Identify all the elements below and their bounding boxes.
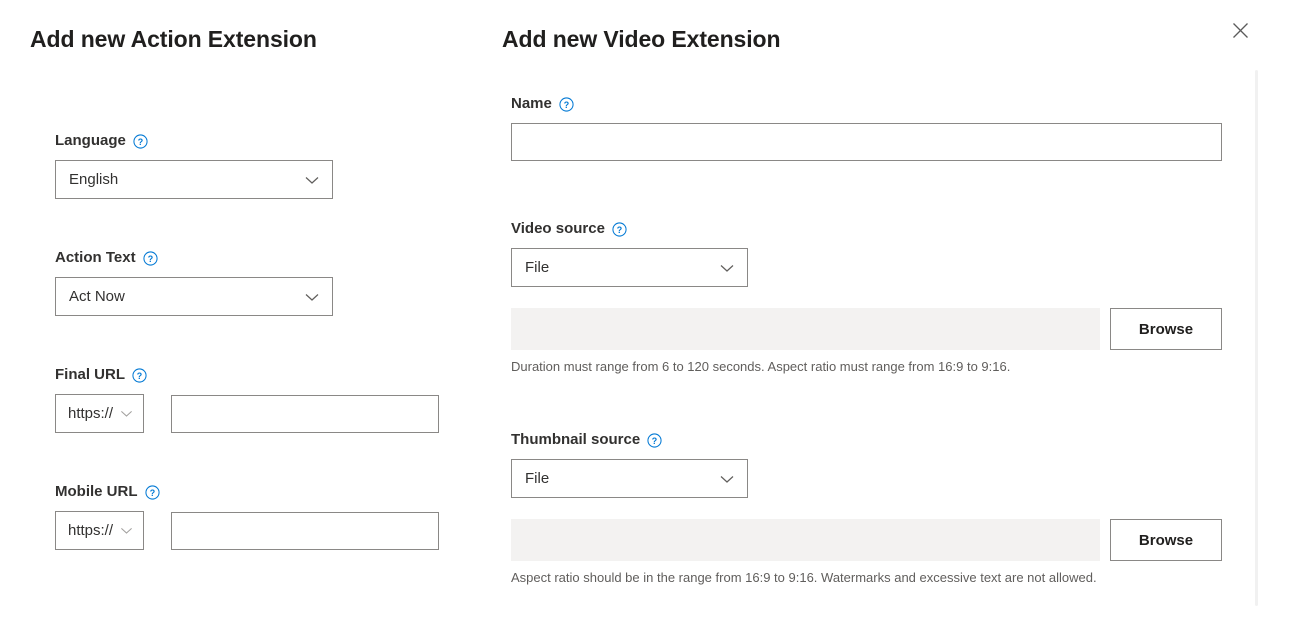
svg-text:?: ?	[147, 253, 152, 263]
action-text-select-value: Act Now	[69, 288, 296, 305]
field-final-url: Final URL ? https://	[55, 365, 439, 433]
thumbnail-source-hint: Aspect ratio should be in the range from…	[511, 569, 1222, 587]
field-label-language-text: Language	[55, 131, 126, 151]
field-label-action-text-text: Action Text	[55, 248, 136, 268]
thumbnail-source-select[interactable]: File	[511, 459, 748, 498]
chevron-down-icon	[717, 258, 737, 278]
help-circle-icon[interactable]: ?	[133, 134, 148, 149]
action-text-select[interactable]: Act Now	[55, 277, 333, 316]
svg-text:?: ?	[138, 136, 143, 146]
final-url-row: https://	[55, 394, 439, 433]
final-url-protocol-select[interactable]: https://	[55, 394, 144, 433]
chevron-down-icon	[302, 287, 322, 307]
mobile-url-protocol-select[interactable]: https://	[55, 511, 144, 550]
final-url-input[interactable]	[171, 395, 439, 433]
field-label-mobile-url-text: Mobile URL	[55, 482, 138, 502]
field-label-mobile-url: Mobile URL ?	[55, 482, 439, 502]
help-circle-icon[interactable]: ?	[145, 485, 160, 500]
field-label-video-source: Video source ?	[511, 219, 1222, 239]
video-source-select-value: File	[525, 259, 711, 276]
help-circle-icon[interactable]: ?	[647, 433, 662, 448]
field-label-thumbnail-source-text: Thumbnail source	[511, 430, 640, 450]
page-title-action-extension: Add new Action Extension	[30, 26, 317, 53]
action-extension-panel: Add new Action Extension Language ? Engl…	[0, 0, 500, 622]
field-video-source: Video source ? File Browse Duration must…	[511, 219, 1222, 376]
video-source-select[interactable]: File	[511, 248, 748, 287]
svg-text:?: ?	[652, 435, 657, 445]
video-file-path-input[interactable]	[511, 308, 1100, 350]
field-action-text: Action Text ? Act Now	[55, 248, 333, 316]
svg-text:?: ?	[137, 370, 142, 380]
svg-text:?: ?	[617, 224, 622, 234]
panel-scrollbar-track[interactable]	[1255, 70, 1258, 606]
field-label-language: Language ?	[55, 131, 333, 151]
page-title-video-extension: Add new Video Extension	[502, 26, 780, 53]
svg-text:?: ?	[149, 487, 154, 497]
video-source-hint: Duration must range from 6 to 120 second…	[511, 358, 1222, 376]
chevron-down-icon	[118, 522, 135, 539]
field-label-thumbnail-source: Thumbnail source ?	[511, 430, 1222, 450]
field-label-video-source-text: Video source	[511, 219, 605, 239]
mobile-url-protocol-value: https://	[68, 522, 115, 539]
field-name: Name ?	[511, 94, 1222, 161]
close-button[interactable]	[1220, 10, 1260, 50]
video-file-row: Browse	[511, 308, 1222, 350]
mobile-url-input[interactable]	[171, 512, 439, 550]
help-circle-icon[interactable]: ?	[132, 368, 147, 383]
mobile-url-row: https://	[55, 511, 439, 550]
chevron-down-icon	[118, 405, 135, 422]
field-mobile-url: Mobile URL ? https://	[55, 482, 439, 550]
language-select-value: English	[69, 171, 296, 188]
thumbnail-browse-button[interactable]: Browse	[1110, 519, 1222, 561]
name-input[interactable]	[511, 123, 1222, 161]
field-label-action-text: Action Text ?	[55, 248, 333, 268]
help-circle-icon[interactable]: ?	[559, 97, 574, 112]
field-label-final-url: Final URL ?	[55, 365, 439, 385]
language-select[interactable]: English	[55, 160, 333, 199]
final-url-protocol-value: https://	[68, 405, 115, 422]
chevron-down-icon	[302, 170, 322, 190]
field-thumbnail-source: Thumbnail source ? File Browse Aspect ra…	[511, 430, 1222, 587]
close-icon	[1232, 22, 1249, 39]
thumbnail-source-select-value: File	[525, 470, 711, 487]
thumbnail-file-row: Browse	[511, 519, 1222, 561]
field-language: Language ? English	[55, 131, 333, 199]
field-label-final-url-text: Final URL	[55, 365, 125, 385]
field-label-name-text: Name	[511, 94, 552, 114]
help-circle-icon[interactable]: ?	[143, 251, 158, 266]
video-extension-panel: Add new Video Extension Name ? Video sou…	[500, 0, 1290, 622]
field-label-name: Name ?	[511, 94, 1222, 114]
chevron-down-icon	[717, 469, 737, 489]
help-circle-icon[interactable]: ?	[612, 222, 627, 237]
thumbnail-file-path-input[interactable]	[511, 519, 1100, 561]
video-browse-button[interactable]: Browse	[1110, 308, 1222, 350]
svg-text:?: ?	[564, 99, 569, 109]
